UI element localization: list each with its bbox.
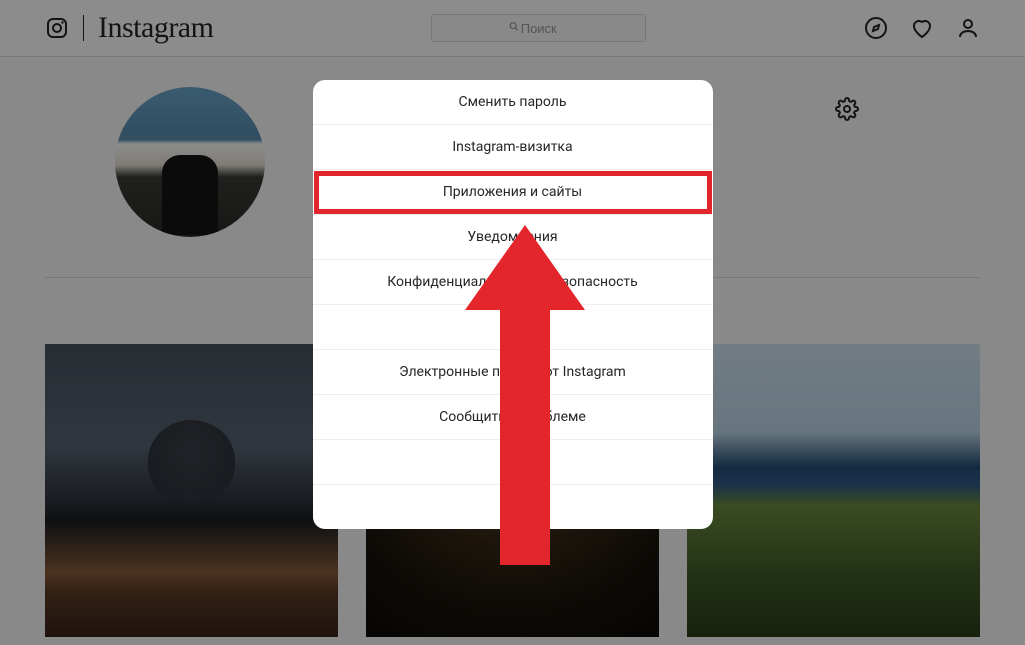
settings-modal-item[interactable]: Приложения и сайты [313,170,713,215]
settings-modal-item[interactable]: Сообщить о проблеме [313,395,713,440]
settings-modal-item[interactable]: Конфиденциальность и безопасность [313,260,713,305]
settings-modal-item[interactable]: Электронные письма от Instagram [313,350,713,395]
settings-modal-item[interactable]: а [313,485,713,529]
settings-modal-item[interactable]: Уведомления [313,215,713,260]
settings-modal-item[interactable]: Сменить пароль [313,80,713,125]
settings-modal-item[interactable]: Instagram-визитка [313,125,713,170]
settings-modal-item[interactable]: ии [313,305,713,350]
settings-modal-item[interactable]: и [313,440,713,485]
settings-modal: Сменить парольInstagram-визиткаПриложени… [313,80,713,529]
